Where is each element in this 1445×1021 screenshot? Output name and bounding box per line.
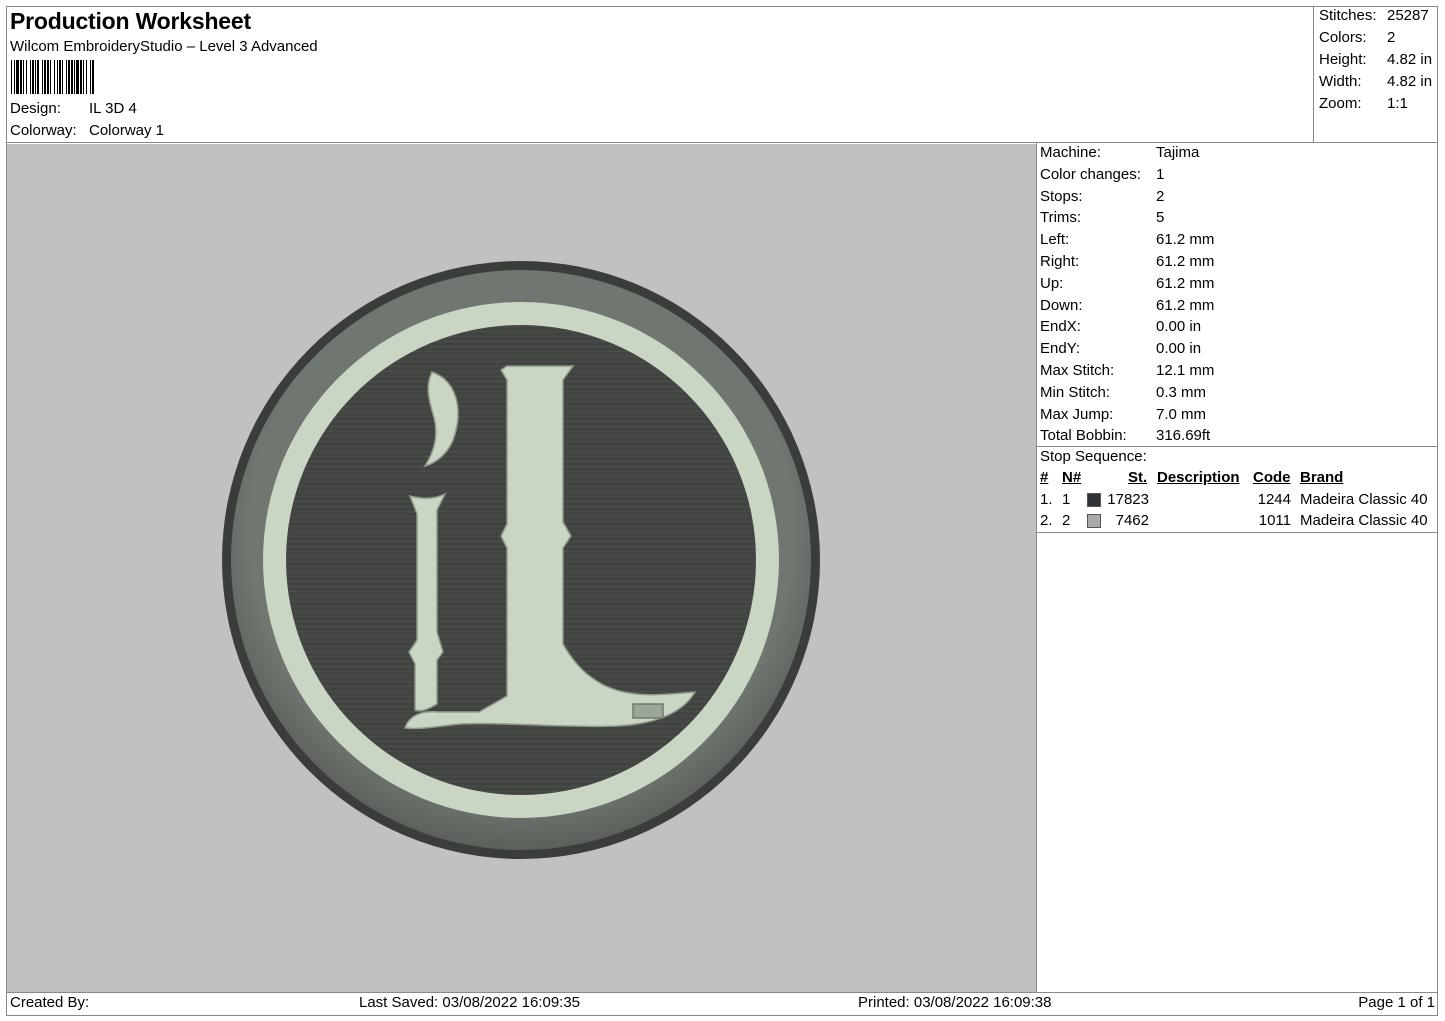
detail-label: Left:: [1040, 231, 1070, 249]
page-number: Page 1 of 1: [1358, 994, 1435, 1011]
summary-label: Height:: [1319, 51, 1367, 68]
col-header-index: #: [1040, 469, 1049, 486]
summary-label: Stitches:: [1319, 7, 1377, 24]
design-preview: [7, 144, 1036, 992]
detail-value: 61.2 mm: [1156, 296, 1215, 314]
embroidery-patch: [222, 261, 820, 859]
detail-value: 61.2 mm: [1156, 274, 1215, 292]
summary-label: Zoom:: [1319, 95, 1362, 112]
col-header-needle: N#: [1062, 469, 1082, 486]
software-name: Wilcom EmbroideryStudio – Level 3 Advanc…: [10, 38, 318, 55]
summary-value: 4.82 in: [1387, 73, 1433, 90]
detail-value: 0.3 mm: [1156, 383, 1207, 401]
barcode: [11, 60, 94, 94]
colorway-value: Colorway 1: [89, 122, 165, 139]
detail-label: Total Bobbin:: [1040, 427, 1127, 445]
detail-label: Machine:: [1040, 144, 1101, 161]
details-sequence-divider: [1036, 446, 1438, 447]
detail-value: 61.2 mm: [1156, 231, 1215, 249]
detail-label: EndX:: [1040, 318, 1081, 336]
detail-value: 0.00 in: [1156, 318, 1202, 336]
detail-label: Up:: [1040, 274, 1064, 292]
detail-value: 0.00 in: [1156, 340, 1202, 358]
summary-value: 2: [1387, 29, 1396, 46]
row-index: 1.: [1040, 491, 1053, 508]
detail-label: Min Stitch:: [1040, 383, 1111, 401]
detail-label: Right:: [1040, 253, 1080, 270]
detail-label: Max Stitch:: [1040, 362, 1115, 379]
printed-date: Printed: 03/08/2022 16:09:38: [858, 994, 1052, 1011]
page-title: Production Worksheet: [10, 8, 251, 34]
stop-sequence-title: Stop Sequence:: [1040, 448, 1147, 465]
row-index: 2.: [1040, 512, 1053, 529]
detail-value: 2: [1156, 187, 1165, 205]
col-header-brand: Brand: [1300, 469, 1344, 486]
summary-label: Colors:: [1319, 29, 1367, 46]
design-label: Design:: [10, 100, 61, 117]
detail-value: 316.69ft: [1156, 427, 1211, 445]
detail-value: 7.0 mm: [1156, 405, 1207, 423]
detail-label: Color changes:: [1040, 165, 1141, 183]
summary-value: 4.82 in: [1387, 51, 1433, 68]
header-divider: [6, 142, 1438, 143]
design-value: IL 3D 4: [89, 100, 137, 117]
summary-divider: [1313, 6, 1314, 143]
row-brand: Madeira Classic 40: [1300, 491, 1428, 508]
detail-value: 12.1 mm: [1156, 362, 1215, 379]
sequence-bottom-divider: [1036, 532, 1438, 533]
colorway-label: Colorway:: [10, 122, 77, 139]
summary-value: 1:1: [1387, 95, 1408, 112]
detail-value: 1: [1156, 165, 1165, 183]
details-divider: [1036, 142, 1037, 993]
detail-value: 61.2 mm: [1156, 253, 1215, 270]
row-brand: Madeira Classic 40: [1300, 512, 1428, 529]
col-header-stitches: St.: [1128, 469, 1148, 486]
detail-label: EndY:: [1040, 340, 1081, 358]
last-saved: Last Saved: 03/08/2022 16:09:35: [359, 994, 581, 1011]
detail-label: Trims:: [1040, 209, 1082, 227]
detail-value: 5: [1156, 209, 1165, 227]
row-needle: 2: [1062, 512, 1071, 529]
summary-label: Width:: [1319, 73, 1362, 90]
row-stitches: 7462: [1115, 512, 1149, 529]
thread-color-swatch: [1087, 514, 1101, 528]
thread-color-swatch: [1087, 493, 1101, 507]
row-code: 1244: [1257, 491, 1291, 508]
col-header-code: Code: [1253, 469, 1291, 486]
detail-value: Tajima: [1156, 144, 1200, 161]
detail-label: Stops:: [1040, 187, 1083, 205]
row-code: 1011: [1258, 512, 1291, 529]
detail-label: Max Jump:: [1040, 405, 1114, 423]
footer-divider: [6, 992, 1438, 993]
summary-value: 25287: [1387, 7, 1429, 24]
row-stitches: 17823: [1107, 491, 1149, 508]
row-needle: 1: [1062, 491, 1071, 508]
detail-label: Down:: [1040, 296, 1083, 314]
col-header-description: Description: [1157, 469, 1240, 486]
created-by: Created By:: [10, 994, 90, 1011]
